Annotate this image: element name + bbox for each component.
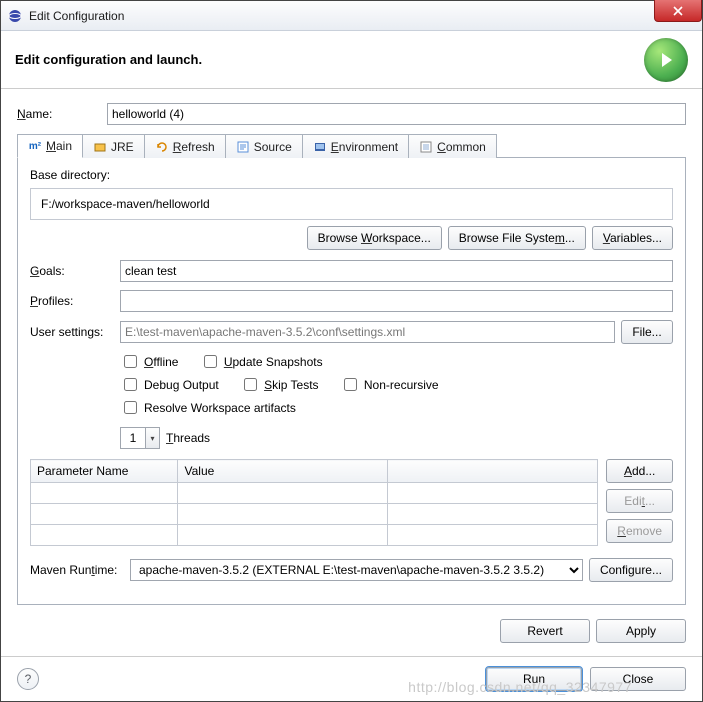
base-dir-buttons: Browse Workspace... Browse File System..… [30, 226, 673, 250]
maven-runtime-select[interactable]: apache-maven-3.5.2 (EXTERNAL E:\test-mav… [130, 559, 583, 581]
user-settings-input[interactable] [120, 321, 615, 343]
table-header-row: Parameter Name Value [31, 460, 598, 483]
col-value[interactable]: Value [178, 460, 388, 483]
browse-workspace-button[interactable]: Browse Workspace... [307, 226, 442, 250]
tab-bar: m² Main JRE Refresh Source Environment [17, 133, 686, 158]
threads-value[interactable] [121, 428, 145, 448]
run-hero-icon [644, 38, 688, 82]
refresh-icon [155, 140, 169, 154]
title-bar[interactable]: Edit Configuration [1, 1, 702, 31]
table-row[interactable] [31, 525, 598, 546]
close-button[interactable]: Close [590, 667, 686, 691]
browse-filesystem-button[interactable]: Browse File System... [448, 226, 586, 250]
window-close-button[interactable] [654, 0, 702, 22]
tab-jre[interactable]: JRE [82, 134, 145, 158]
goals-label: Goals: [30, 264, 120, 278]
common-icon [419, 140, 433, 154]
options-group: Offline Update Snapshots Debug Output Sk… [120, 352, 673, 449]
configure-button[interactable]: Configure... [589, 558, 673, 582]
name-label: Name: [17, 107, 107, 121]
variables-button[interactable]: Variables... [592, 226, 673, 250]
banner: Edit configuration and launch. [1, 31, 702, 89]
parameter-row: Parameter Name Value Add... Edit... Remo… [30, 459, 673, 546]
profiles-input[interactable] [120, 290, 673, 312]
file-button[interactable]: File... [621, 320, 673, 344]
footer: ? Run Close [1, 656, 702, 701]
name-row: Name: [17, 103, 686, 125]
threads-spinner[interactable]: ▾ [120, 427, 160, 449]
apply-button[interactable]: Apply [596, 619, 686, 643]
edit-button[interactable]: Edit... [606, 489, 673, 513]
dialog-window: Edit Configuration Edit configuration an… [0, 0, 703, 702]
col-parameter-name[interactable]: Parameter Name [31, 460, 178, 483]
goals-input[interactable] [120, 260, 673, 282]
parameter-side-buttons: Add... Edit... Remove [606, 459, 673, 546]
source-icon [236, 140, 250, 154]
dialog-action-buttons: Revert Apply [17, 619, 686, 643]
chevron-down-icon[interactable]: ▾ [145, 428, 159, 448]
maven-runtime-label: Maven Runtime: [30, 563, 130, 577]
threads-label: Threads [166, 431, 210, 445]
environment-icon [313, 140, 327, 154]
col-blank[interactable] [388, 460, 598, 483]
revert-button[interactable]: Revert [500, 619, 590, 643]
non-recursive-checkbox[interactable]: Non-recursive [340, 375, 439, 394]
tab-source[interactable]: Source [225, 134, 303, 158]
tab-main[interactable]: m² Main [17, 134, 83, 158]
profiles-label: Profiles: [30, 294, 120, 308]
add-button[interactable]: Add... [606, 459, 673, 483]
tab-common[interactable]: Common [408, 134, 497, 158]
name-input[interactable] [107, 103, 686, 125]
maven-icon: m² [28, 139, 42, 153]
resolve-workspace-checkbox[interactable]: Resolve Workspace artifacts [120, 398, 296, 417]
window-title: Edit Configuration [29, 9, 124, 23]
tab-environment[interactable]: Environment [302, 134, 409, 158]
jre-icon [93, 140, 107, 154]
update-snapshots-checkbox[interactable]: Update Snapshots [200, 352, 323, 371]
skip-tests-checkbox[interactable]: Skip Tests [240, 375, 318, 394]
banner-heading: Edit configuration and launch. [15, 52, 202, 67]
base-dir-input[interactable] [37, 193, 666, 215]
help-icon[interactable]: ? [17, 668, 39, 690]
debug-output-checkbox[interactable]: Debug Output [120, 375, 219, 394]
eclipse-icon [7, 8, 23, 24]
remove-button[interactable]: Remove [606, 519, 673, 543]
user-settings-label: User settings: [30, 325, 120, 339]
maven-runtime-row: Maven Runtime: apache-maven-3.5.2 (EXTER… [30, 558, 673, 582]
parameters-table[interactable]: Parameter Name Value [30, 459, 598, 546]
tab-panel-main: Base directory: Browse Workspace... Brow… [17, 158, 686, 605]
content-area: Name: m² Main JRE Refresh Source [1, 89, 702, 657]
base-dir-group [30, 188, 673, 220]
offline-checkbox[interactable]: Offline [120, 352, 178, 371]
run-button[interactable]: Run [486, 667, 582, 691]
tab-refresh[interactable]: Refresh [144, 134, 226, 158]
base-dir-label: Base directory: [30, 168, 673, 182]
table-row[interactable] [31, 504, 598, 525]
table-row[interactable] [31, 483, 598, 504]
